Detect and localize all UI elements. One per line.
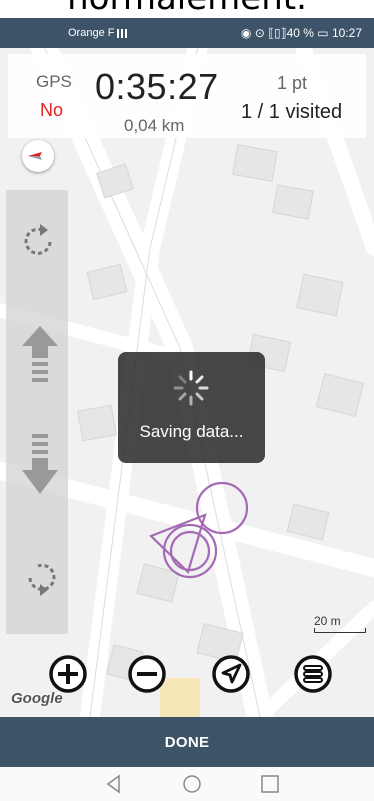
status-right: ◉ ⊙ ⟦▯⟧40 % ▭ 10:27 — [240, 26, 362, 40]
compass-icon[interactable] — [22, 140, 54, 172]
google-logo: Google — [11, 690, 63, 707]
zoom-out-icon — [128, 655, 166, 693]
layers-button[interactable] — [291, 652, 335, 696]
locate-button[interactable] — [209, 652, 253, 696]
elapsed-timer: 0:35:27 — [95, 66, 219, 107]
points-count: 1 pt — [277, 73, 308, 93]
distance-value: 0,04 km — [124, 116, 185, 135]
loading-spinner-icon — [173, 370, 209, 406]
scale-label: 20 m — [314, 614, 341, 628]
signal-icon — [117, 28, 132, 38]
saving-dialog: Saving data... — [118, 352, 265, 463]
android-nav-bar — [0, 767, 374, 801]
gps-label: GPS — [36, 72, 72, 91]
saving-message: Saving data... — [139, 422, 244, 441]
move-down-icon[interactable] — [20, 432, 60, 502]
back-icon[interactable] — [103, 773, 125, 795]
carrier-label: Orange F — [68, 27, 132, 39]
recents-icon[interactable] — [259, 773, 281, 795]
caption-text: normalement. — [0, 0, 374, 18]
rotate-cw-icon[interactable] — [20, 554, 60, 602]
zoom-out-button[interactable] — [125, 652, 169, 696]
move-up-icon[interactable] — [20, 324, 60, 394]
done-button[interactable]: DONE — [0, 717, 374, 767]
gps-status: No — [40, 100, 64, 120]
status-bar: Orange F ◉ ⊙ ⟦▯⟧40 % ▭ 10:27 — [0, 18, 374, 48]
scale-bar — [314, 628, 366, 633]
navigate-icon — [212, 655, 250, 693]
layers-icon — [294, 655, 332, 693]
visited-count: 1 / 1 visited — [241, 101, 343, 123]
side-control-panel — [6, 190, 68, 634]
rotate-ccw-icon[interactable] — [20, 218, 60, 266]
home-icon[interactable] — [181, 773, 203, 795]
